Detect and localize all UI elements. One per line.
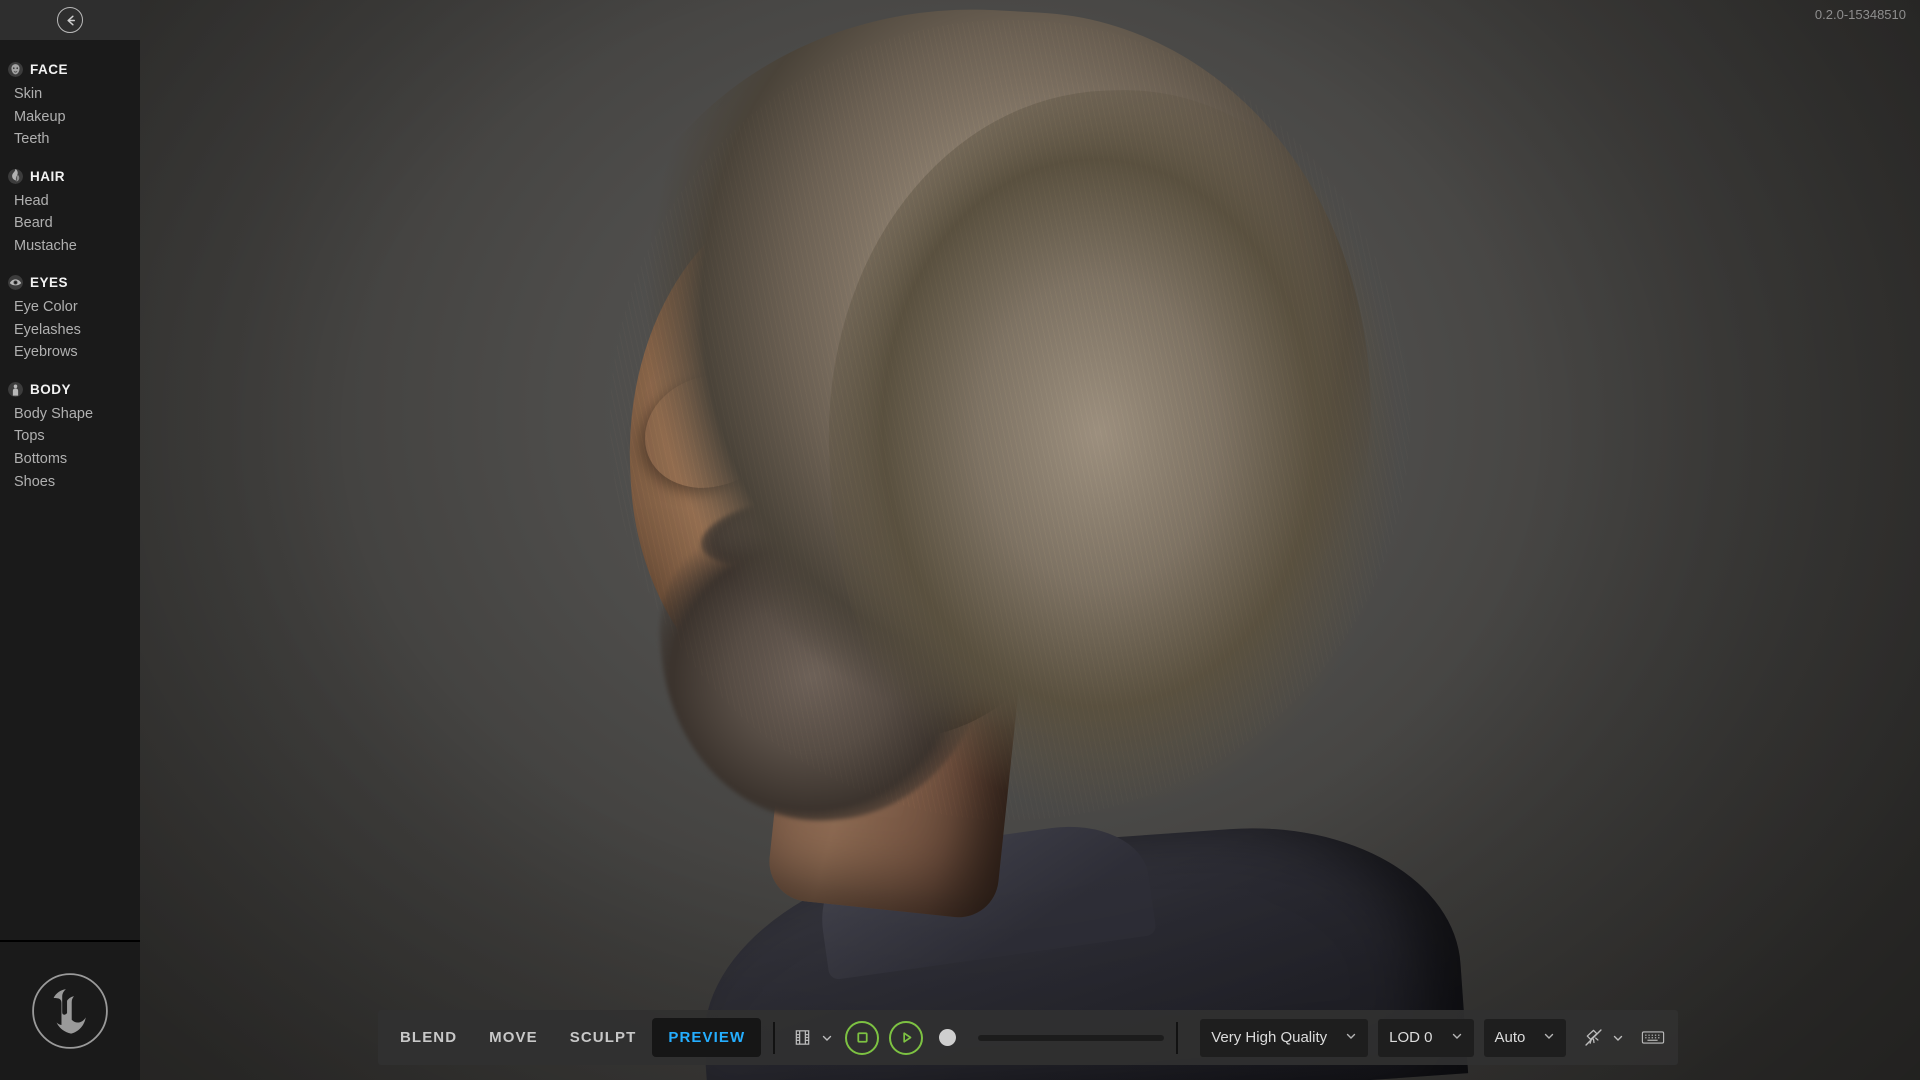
auto-select[interactable]: Auto: [1483, 1018, 1567, 1057]
sidebar-item-eye-color[interactable]: Eye Color: [0, 296, 140, 319]
film-strip-icon[interactable]: [787, 1023, 817, 1053]
back-arrow-icon[interactable]: [57, 7, 83, 33]
character-model: [400, 0, 1500, 1080]
tab-sculpt[interactable]: SCULPT: [554, 1018, 653, 1057]
sidebar-category-body-label: BODY: [30, 381, 72, 397]
sidebar-nav: FACE Skin Makeup Teeth HAIR Head Beard M…: [0, 40, 140, 493]
auto-chevron-down-icon: [1543, 1030, 1555, 1045]
tab-move[interactable]: MOVE: [473, 1018, 554, 1057]
sidebar-item-head[interactable]: Head: [0, 190, 140, 213]
lod-select-value: LOD 0: [1389, 1029, 1433, 1046]
sidebar-item-shoes[interactable]: Shoes: [0, 471, 140, 494]
keyboard-shortcuts-icon[interactable]: [1638, 1023, 1668, 1053]
lod-select[interactable]: LOD 0: [1378, 1018, 1474, 1057]
sidebar-item-eyebrows[interactable]: Eyebrows: [0, 341, 140, 364]
studio-light-off-icon[interactable]: [1578, 1023, 1608, 1053]
sidebar-category-face-header[interactable]: FACE: [0, 58, 140, 83]
sidebar-category-face-label: FACE: [30, 62, 69, 77]
brand-area: [0, 942, 140, 1080]
sidebar-item-makeup[interactable]: Makeup: [0, 106, 140, 129]
sidebar-category-eyes-label: EYES: [30, 275, 69, 291]
sidebar-category-hair-header[interactable]: HAIR: [0, 165, 140, 190]
auto-select-value: Auto: [1494, 1029, 1526, 1046]
sidebar-item-beard[interactable]: Beard: [0, 212, 140, 235]
eye-icon: [8, 275, 23, 291]
sidebar-category-eyes-header[interactable]: EYES: [0, 271, 140, 296]
timeline-scrubber[interactable]: [978, 1034, 1165, 1041]
film-chevron-down-icon[interactable]: [819, 1030, 835, 1046]
sidebar-category-body-header[interactable]: BODY: [0, 378, 140, 403]
viewport-3d-render[interactable]: [140, 0, 1920, 1080]
play-button-icon[interactable]: [889, 1020, 924, 1055]
quality-select-value: Very High Quality: [1211, 1029, 1328, 1046]
sidebar-item-mustache[interactable]: Mustache: [0, 235, 140, 258]
light-chevron-down-icon[interactable]: [1610, 1030, 1626, 1046]
sidebar-category-body: BODY Body Shape Tops Bottoms Shoes: [0, 378, 140, 493]
sidebar-category-hair: HAIR Head Beard Mustache: [0, 165, 140, 258]
sidebar: FACE Skin Makeup Teeth HAIR Head Beard M…: [0, 0, 140, 1080]
sidebar-item-eyelashes[interactable]: Eyelashes: [0, 319, 140, 342]
bottom-toolbar: BLEND MOVE SCULPT PREVIEW Very High Qual…: [378, 1010, 1679, 1065]
face-icon: [8, 62, 23, 77]
sidebar-item-skin[interactable]: Skin: [0, 83, 140, 106]
lod-chevron-down-icon: [1451, 1030, 1463, 1045]
toolbar-divider-2: [1176, 1021, 1179, 1054]
sidebar-item-tops[interactable]: Tops: [0, 425, 140, 448]
sidebar-category-eyes: EYES Eye Color Eyelashes Eyebrows: [0, 271, 140, 364]
hair-icon: [8, 168, 23, 184]
quality-select[interactable]: Very High Quality: [1200, 1018, 1369, 1057]
body-icon: [8, 381, 23, 397]
sidebar-item-bottoms[interactable]: Bottoms: [0, 448, 140, 471]
character-hair-strands: [610, 20, 1410, 820]
tab-preview[interactable]: PREVIEW: [652, 1018, 762, 1057]
sidebar-category-face: FACE Skin Makeup Teeth: [0, 58, 140, 151]
record-dot-icon[interactable]: [939, 1029, 957, 1046]
unreal-engine-logo: [32, 973, 108, 1049]
quality-chevron-down-icon: [1345, 1030, 1357, 1045]
sidebar-item-teeth[interactable]: Teeth: [0, 128, 140, 151]
app-version-label: 0.2.0-15348510: [1814, 7, 1906, 22]
tab-blend[interactable]: BLEND: [384, 1018, 473, 1057]
sidebar-item-body-shape[interactable]: Body Shape: [0, 403, 140, 426]
stop-button-icon[interactable]: [845, 1020, 880, 1055]
sidebar-category-hair-label: HAIR: [30, 168, 65, 184]
toolbar-divider-1: [773, 1021, 776, 1054]
sidebar-header: [0, 0, 140, 40]
